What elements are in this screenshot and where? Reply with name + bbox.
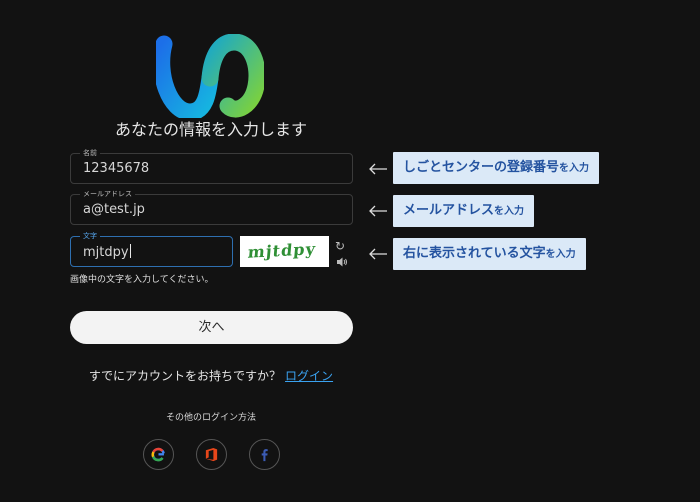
account-prompt: すでにアカウントをお持ちですか？ xyxy=(88,369,282,383)
name-field-label: 名前 xyxy=(80,148,100,158)
name-field-value: 12345678 xyxy=(83,161,150,176)
callout-captcha: 右に表示されている文字を入力 xyxy=(393,238,586,270)
captcha-input-value: mjtdpy xyxy=(83,245,129,260)
captcha-input[interactable]: 文字 mjtdpy xyxy=(70,231,233,267)
text-caret xyxy=(129,244,131,258)
account-prompt-row: すでにアカウントをお持ちですか？ ログイン xyxy=(0,367,422,384)
captcha-input-label: 文字 xyxy=(80,231,100,241)
google-icon xyxy=(151,447,165,462)
arrow-left-icon xyxy=(369,205,387,217)
login-link[interactable]: ログイン xyxy=(285,369,333,383)
name-field[interactable]: 名前 12345678 xyxy=(70,148,353,184)
google-login-button[interactable] xyxy=(143,439,174,470)
arrow-left-icon xyxy=(369,163,387,175)
page-title: あなたの情報を入力します xyxy=(114,120,307,139)
speaker-icon[interactable] xyxy=(336,256,348,268)
callout-suffix: を入力 xyxy=(559,163,590,174)
office-login-button[interactable] xyxy=(196,439,227,470)
callout-suffix: を入力 xyxy=(494,206,525,217)
email-field-value: a@test.jp xyxy=(83,202,145,217)
callout-suffix: を入力 xyxy=(545,249,576,260)
refresh-icon[interactable]: ↻ xyxy=(335,239,345,253)
facebook-login-button[interactable] xyxy=(249,439,280,470)
email-field[interactable]: メールアドレス a@test.jp xyxy=(70,189,353,225)
callout-main: 右に表示されている文字 xyxy=(403,246,546,261)
next-button[interactable]: 次へ xyxy=(70,311,353,344)
captcha-hint: 画像中の文字を入力してください。 xyxy=(70,275,214,285)
captcha-input-value-wrap: mjtdpy xyxy=(83,244,131,260)
callout-registration-number: しごとセンターの登録番号を入力 xyxy=(393,152,600,184)
captcha-image: mjtdpy xyxy=(240,236,329,267)
callout-main: メールアドレス xyxy=(403,203,495,218)
other-login-heading: その他のログイン方法 xyxy=(165,413,256,423)
webex-logo xyxy=(156,34,264,118)
callout-email: メールアドレスを入力 xyxy=(393,195,535,227)
email-field-label: メールアドレス xyxy=(80,189,135,199)
callout-main: しごとセンターの登録番号 xyxy=(403,160,560,175)
captcha-image-text: mjtdpy xyxy=(246,239,317,262)
arrow-left-icon xyxy=(369,248,387,260)
office-icon xyxy=(205,447,218,462)
facebook-icon xyxy=(261,449,268,462)
